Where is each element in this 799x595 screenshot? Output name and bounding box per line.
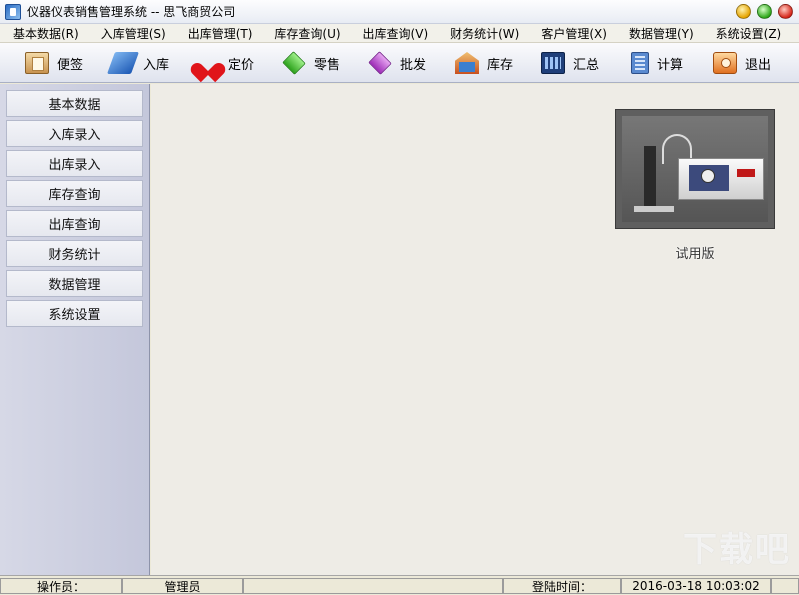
price-label: 定价 [228,57,255,73]
app-icon [5,3,21,20]
stock-in-button[interactable]: 入库 [106,49,170,77]
menu-finance[interactable]: 财务统计(W) [436,25,527,42]
watermark-logo: 下载吧 [683,530,791,570]
wholesale-button[interactable]: 批发 [368,49,426,77]
minimize-button[interactable] [736,4,751,19]
operator-value: 管理员 [122,578,243,594]
retail-button[interactable]: 零售 [282,49,340,77]
inventory-label: 库存 [487,57,514,73]
login-time-value: 2016-03-18 10:03:02 [621,578,771,594]
operator-label: 操作员： [0,578,122,594]
menu-outbound-query[interactable]: 出库查询(V) [349,25,437,42]
resize-grip[interactable] [771,578,799,594]
menu-settings[interactable]: 系统设置(Z) [702,25,790,42]
main-area: 试用版 下载吧 [151,84,799,575]
stock-in-label: 入库 [143,57,170,73]
exit-label: 退出 [745,57,772,73]
wholesale-label: 批发 [400,57,427,73]
sidebar-item-settings[interactable]: 系统设置 [6,300,143,327]
note-label: 便签 [57,57,84,73]
product-photo [615,109,775,229]
login-time-label: 登陆时间： [503,578,621,594]
menu-data-management[interactable]: 数据管理(Y) [615,25,702,42]
price-button[interactable]: 定价 [196,49,254,77]
window-title: 仪器仪表销售管理系统 -- 思飞商贸公司 [27,5,236,19]
machine-arm [644,146,656,208]
menu-inventory-query[interactable]: 库存查询(U) [260,25,348,42]
wholesale-diamond-icon [368,51,392,75]
note-icon [25,52,49,74]
price-heart-icon [196,53,220,73]
machine-display [737,169,755,177]
machine-base [634,206,674,212]
summary-icon [541,52,565,74]
retail-diamond-icon [282,51,306,75]
close-button[interactable] [778,4,793,19]
menu-stock-in[interactable]: 入库管理(S) [87,25,174,42]
summary-button[interactable]: 汇总 [541,49,599,77]
inventory-button[interactable]: 库存 [455,49,513,77]
calculator-label: 计算 [657,57,684,73]
retail-label: 零售 [314,57,341,73]
warehouse-icon [455,52,479,74]
status-bar: 操作员： 管理员 登陆时间： 2016-03-18 10:03:02 [0,575,799,595]
title-bar: 仪器仪表销售管理系统 -- 思飞商贸公司 [0,0,799,24]
status-empty-cell [243,578,503,594]
machine-gauge [701,169,715,183]
menu-customers[interactable]: 客户管理(X) [527,25,615,42]
menu-basic-data[interactable]: 基本数据(R) [0,25,87,42]
toolbar: 便签 入库 定价 零售 批发 库存 汇总 计算 退出 [0,43,799,83]
exit-icon [713,52,737,74]
stock-in-icon [106,52,140,74]
maximize-button[interactable] [757,4,772,19]
summary-label: 汇总 [573,57,600,73]
sidebar-item-data-management[interactable]: 数据管理 [6,270,143,297]
photo-background [622,116,768,222]
sidebar-item-stock-in-entry[interactable]: 入库录入 [6,120,143,147]
window-controls [736,4,793,19]
sidebar-item-stock-out-entry[interactable]: 出库录入 [6,150,143,177]
trial-caption: 试用版 [675,247,715,262]
sidebar-item-outbound-query[interactable]: 出库查询 [6,210,143,237]
exit-button[interactable]: 退出 [713,49,771,77]
calculator-icon [631,52,649,74]
sidebar-item-inventory-query[interactable]: 库存查询 [6,180,143,207]
sidebar-item-finance[interactable]: 财务统计 [6,240,143,267]
sidebar-item-basic-data[interactable]: 基本数据 [6,90,143,117]
calculator-button[interactable]: 计算 [631,49,683,77]
note-button[interactable]: 便签 [25,49,83,77]
sidebar: 基本数据 入库录入 出库录入 库存查询 出库查询 财务统计 数据管理 系统设置 [0,84,150,575]
menu-bar: 基本数据(R) 入库管理(S) 出库管理(T) 库存查询(U) 出库查询(V) … [0,24,799,43]
machine-body [678,158,764,200]
menu-stock-out[interactable]: 出库管理(T) [174,25,261,42]
